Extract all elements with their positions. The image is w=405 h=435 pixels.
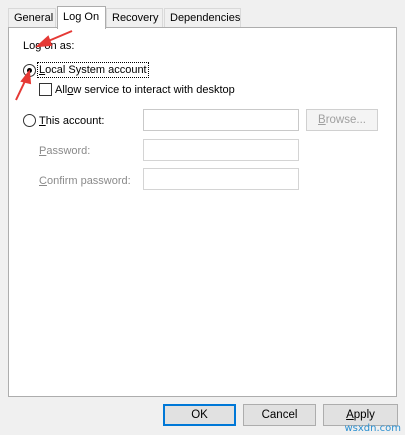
arrow-head	[20, 69, 32, 85]
ok-button[interactable]: OK	[163, 404, 236, 426]
annotation-arrow-radio	[15, 69, 32, 101]
cancel-button[interactable]: Cancel	[243, 404, 316, 426]
watermark: wsxdn.com	[344, 423, 401, 434]
mnemonic: A	[346, 409, 354, 421]
tab-label: Log On	[63, 11, 100, 23]
button-label: pply	[353, 409, 375, 421]
tab-log-on[interactable]: Log On	[57, 6, 106, 29]
